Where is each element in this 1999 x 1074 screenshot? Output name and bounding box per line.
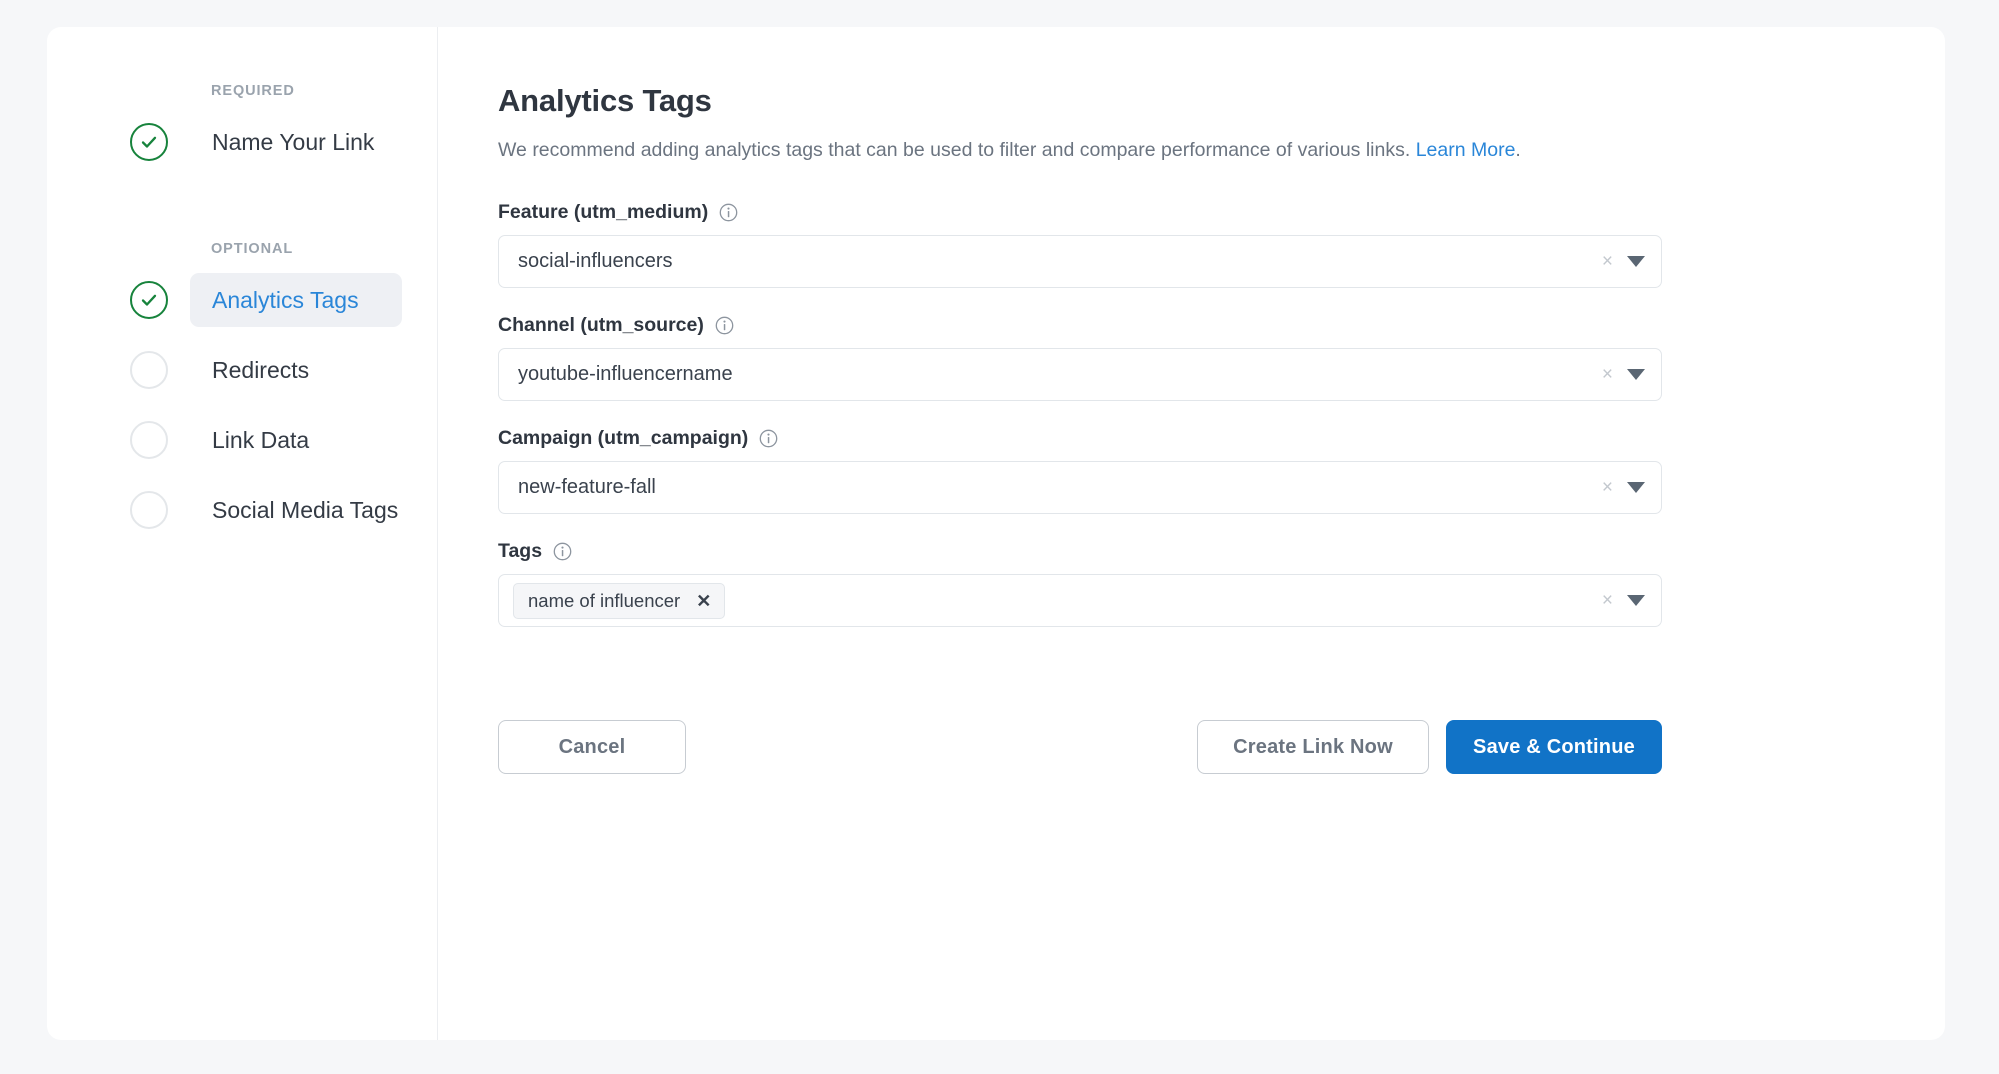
- clear-icon[interactable]: ×: [1602, 591, 1613, 610]
- chevron-down-icon[interactable]: [1627, 482, 1645, 493]
- check-circle-icon: [130, 281, 168, 319]
- sidebar-item-analytics-tags[interactable]: Analytics Tags: [47, 273, 437, 327]
- empty-circle-icon: [130, 491, 168, 529]
- select-actions: ×: [1602, 575, 1645, 626]
- sidebar-item-label: Social Media Tags: [212, 497, 398, 524]
- info-circle-icon[interactable]: [553, 542, 572, 561]
- page-description-text: We recommend adding analytics tags that …: [498, 139, 1416, 161]
- tag-chip-remove-icon[interactable]: ✕: [696, 592, 711, 610]
- select-actions: ×: [1602, 462, 1645, 513]
- channel-select-value: youtube-influencername: [518, 363, 733, 386]
- sidebar-item-label: Analytics Tags: [212, 287, 359, 314]
- field-label-row: Channel (utm_source): [498, 314, 1662, 337]
- empty-circle-icon: [130, 421, 168, 459]
- sidebar-item-label: Redirects: [212, 357, 309, 384]
- save-and-continue-button[interactable]: Save & Continue: [1446, 720, 1662, 774]
- group-label-required: REQUIRED: [47, 83, 437, 99]
- sidebar-pill[interactable]: Name Your Link: [190, 115, 402, 169]
- sidebar-item-link-data[interactable]: Link Data: [47, 413, 437, 467]
- sidebar-pill[interactable]: Redirects: [190, 343, 402, 397]
- channel-select[interactable]: youtube-influencername ×: [498, 348, 1662, 401]
- clear-icon[interactable]: ×: [1602, 478, 1613, 497]
- wizard-main-panel: Analytics Tags We recommend adding analy…: [438, 27, 1945, 1040]
- tag-chip[interactable]: name of influencer ✕: [513, 583, 725, 619]
- sidebar-pill[interactable]: Link Data: [190, 413, 402, 467]
- check-circle-icon: [130, 123, 168, 161]
- info-circle-icon[interactable]: [759, 429, 778, 448]
- group-label-optional: OPTIONAL: [47, 241, 437, 257]
- sidebar-item-name-your-link[interactable]: Name Your Link: [47, 115, 437, 169]
- field-tags: Tags name of influencer ✕: [498, 540, 1662, 627]
- sidebar-item-label: Link Data: [212, 427, 309, 454]
- field-label: Channel (utm_source): [498, 314, 704, 337]
- sidebar-item-social-media-tags[interactable]: Social Media Tags: [47, 483, 437, 537]
- field-channel-utm-source: Channel (utm_source) youtube-influencern…: [498, 314, 1662, 401]
- cancel-button[interactable]: Cancel: [498, 720, 686, 774]
- page-description-period: .: [1515, 139, 1520, 161]
- empty-circle-icon: [130, 351, 168, 389]
- field-feature-utm-medium: Feature (utm_medium) social-influencers …: [498, 201, 1662, 288]
- create-link-now-button[interactable]: Create Link Now: [1197, 720, 1429, 774]
- select-actions: ×: [1602, 236, 1645, 287]
- wizard-sidebar: REQUIRED Name Your Link OPTIONAL: [47, 27, 438, 1040]
- tags-select[interactable]: name of influencer ✕ ×: [498, 574, 1662, 627]
- sidebar-pill[interactable]: Social Media Tags: [190, 483, 402, 537]
- select-actions: ×: [1602, 349, 1645, 400]
- feature-select-value: social-influencers: [518, 250, 673, 273]
- sidebar-item-redirects[interactable]: Redirects: [47, 343, 437, 397]
- sidebar-pill-active[interactable]: Analytics Tags: [190, 273, 402, 327]
- field-campaign-utm-campaign: Campaign (utm_campaign) new-feature-fall…: [498, 427, 1662, 514]
- chevron-down-icon[interactable]: [1627, 595, 1645, 606]
- learn-more-link[interactable]: Learn More: [1416, 139, 1516, 161]
- field-label: Tags: [498, 540, 542, 563]
- page-root: REQUIRED Name Your Link OPTIONAL: [0, 0, 1999, 1074]
- feature-select[interactable]: social-influencers ×: [498, 235, 1662, 288]
- clear-icon[interactable]: ×: [1602, 252, 1613, 271]
- nav-group-required: REQUIRED Name Your Link: [47, 83, 437, 169]
- info-circle-icon[interactable]: [719, 203, 738, 222]
- info-circle-icon[interactable]: [715, 316, 734, 335]
- wizard-card: REQUIRED Name Your Link OPTIONAL: [47, 27, 1945, 1040]
- field-label: Campaign (utm_campaign): [498, 427, 748, 450]
- chevron-down-icon[interactable]: [1627, 369, 1645, 380]
- clear-icon[interactable]: ×: [1602, 365, 1613, 384]
- sidebar-item-label: Name Your Link: [212, 129, 374, 156]
- field-label-row: Tags: [498, 540, 1662, 563]
- tag-chip-label: name of influencer: [528, 590, 680, 612]
- chevron-down-icon[interactable]: [1627, 256, 1645, 267]
- nav-group-optional: OPTIONAL Analytics Tags Redirects: [47, 241, 437, 537]
- field-label: Feature (utm_medium): [498, 201, 708, 224]
- field-label-row: Campaign (utm_campaign): [498, 427, 1662, 450]
- form-footer: Cancel Create Link Now Save & Continue: [498, 720, 1662, 774]
- campaign-select[interactable]: new-feature-fall ×: [498, 461, 1662, 514]
- field-label-row: Feature (utm_medium): [498, 201, 1662, 224]
- page-description: We recommend adding analytics tags that …: [498, 138, 1945, 163]
- campaign-select-value: new-feature-fall: [518, 476, 656, 499]
- page-title: Analytics Tags: [498, 83, 1945, 119]
